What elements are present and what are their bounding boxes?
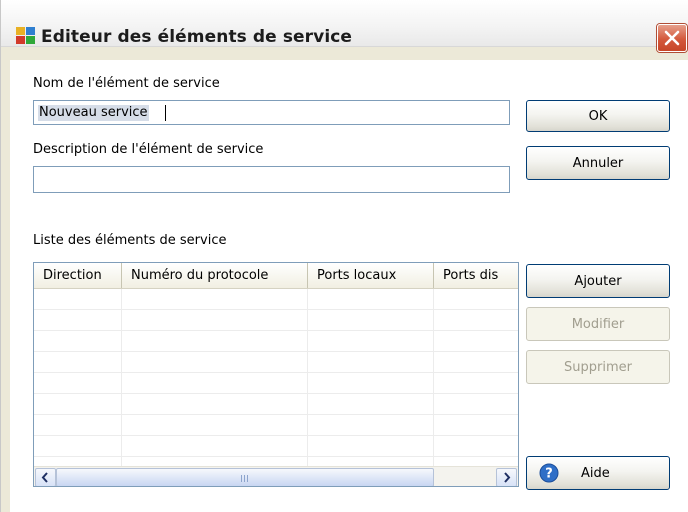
name-field[interactable]: Nouveau service <box>33 100 510 125</box>
row-divider <box>34 435 518 436</box>
column-header-direction[interactable]: Direction <box>34 263 122 288</box>
service-items-list[interactable]: Direction Numéro du protocole Ports loca… <box>33 262 519 487</box>
close-icon <box>664 30 680 46</box>
list-label: Liste des éléments de service <box>33 233 227 248</box>
dialog-client-area: Nom de l'élément de service Nouveau serv… <box>10 60 688 512</box>
column-divider <box>433 289 434 466</box>
scroll-thumb[interactable] <box>56 468 434 486</box>
list-body[interactable] <box>34 289 518 466</box>
close-button[interactable] <box>657 24 687 52</box>
help-icon: ? <box>539 463 559 483</box>
app-icon <box>16 27 35 44</box>
text-caret <box>165 105 166 121</box>
name-field-value: Nouveau service <box>38 105 149 121</box>
service-editor-dialog: Editeur des éléments de service Nom de l… <box>0 0 688 512</box>
thumb-grip <box>244 475 245 482</box>
description-label: Description de l'élément de service <box>33 142 264 157</box>
delete-button[interactable]: Supprimer <box>526 350 670 384</box>
column-divider <box>307 289 308 466</box>
name-label: Nom de l'élément de service <box>33 76 220 91</box>
row-divider <box>34 414 518 415</box>
svg-text:?: ? <box>545 467 553 482</box>
chevron-left-icon <box>41 472 48 483</box>
ok-button[interactable]: OK <box>526 100 670 132</box>
thumb-grip <box>241 475 242 482</box>
row-divider <box>34 372 518 373</box>
help-button-label: Aide <box>581 465 610 481</box>
row-divider <box>34 330 518 331</box>
row-divider <box>34 351 518 352</box>
help-button[interactable]: ? Aide <box>526 456 670 490</box>
title-bar[interactable]: Editeur des éléments de service <box>1 0 688 52</box>
add-button[interactable]: Ajouter <box>526 264 670 298</box>
chevron-right-icon <box>504 472 511 483</box>
row-divider <box>34 456 518 457</box>
list-header: Direction Numéro du protocole Ports loca… <box>34 263 518 289</box>
horizontal-scrollbar[interactable] <box>34 466 518 486</box>
row-divider <box>34 309 518 310</box>
thumb-grip <box>247 475 248 482</box>
column-header-protocol[interactable]: Numéro du protocole <box>122 263 308 288</box>
window-title: Editeur des éléments de service <box>41 27 353 47</box>
column-divider <box>121 289 122 466</box>
scroll-left-button[interactable] <box>35 468 56 486</box>
modify-button[interactable]: Modifier <box>526 307 670 341</box>
column-header-remote-ports[interactable]: Ports dis <box>434 263 518 288</box>
row-divider <box>34 393 518 394</box>
cancel-button[interactable]: Annuler <box>526 146 670 180</box>
column-header-local-ports[interactable]: Ports locaux <box>308 263 434 288</box>
scroll-right-button[interactable] <box>496 468 517 486</box>
description-field[interactable] <box>33 166 510 193</box>
